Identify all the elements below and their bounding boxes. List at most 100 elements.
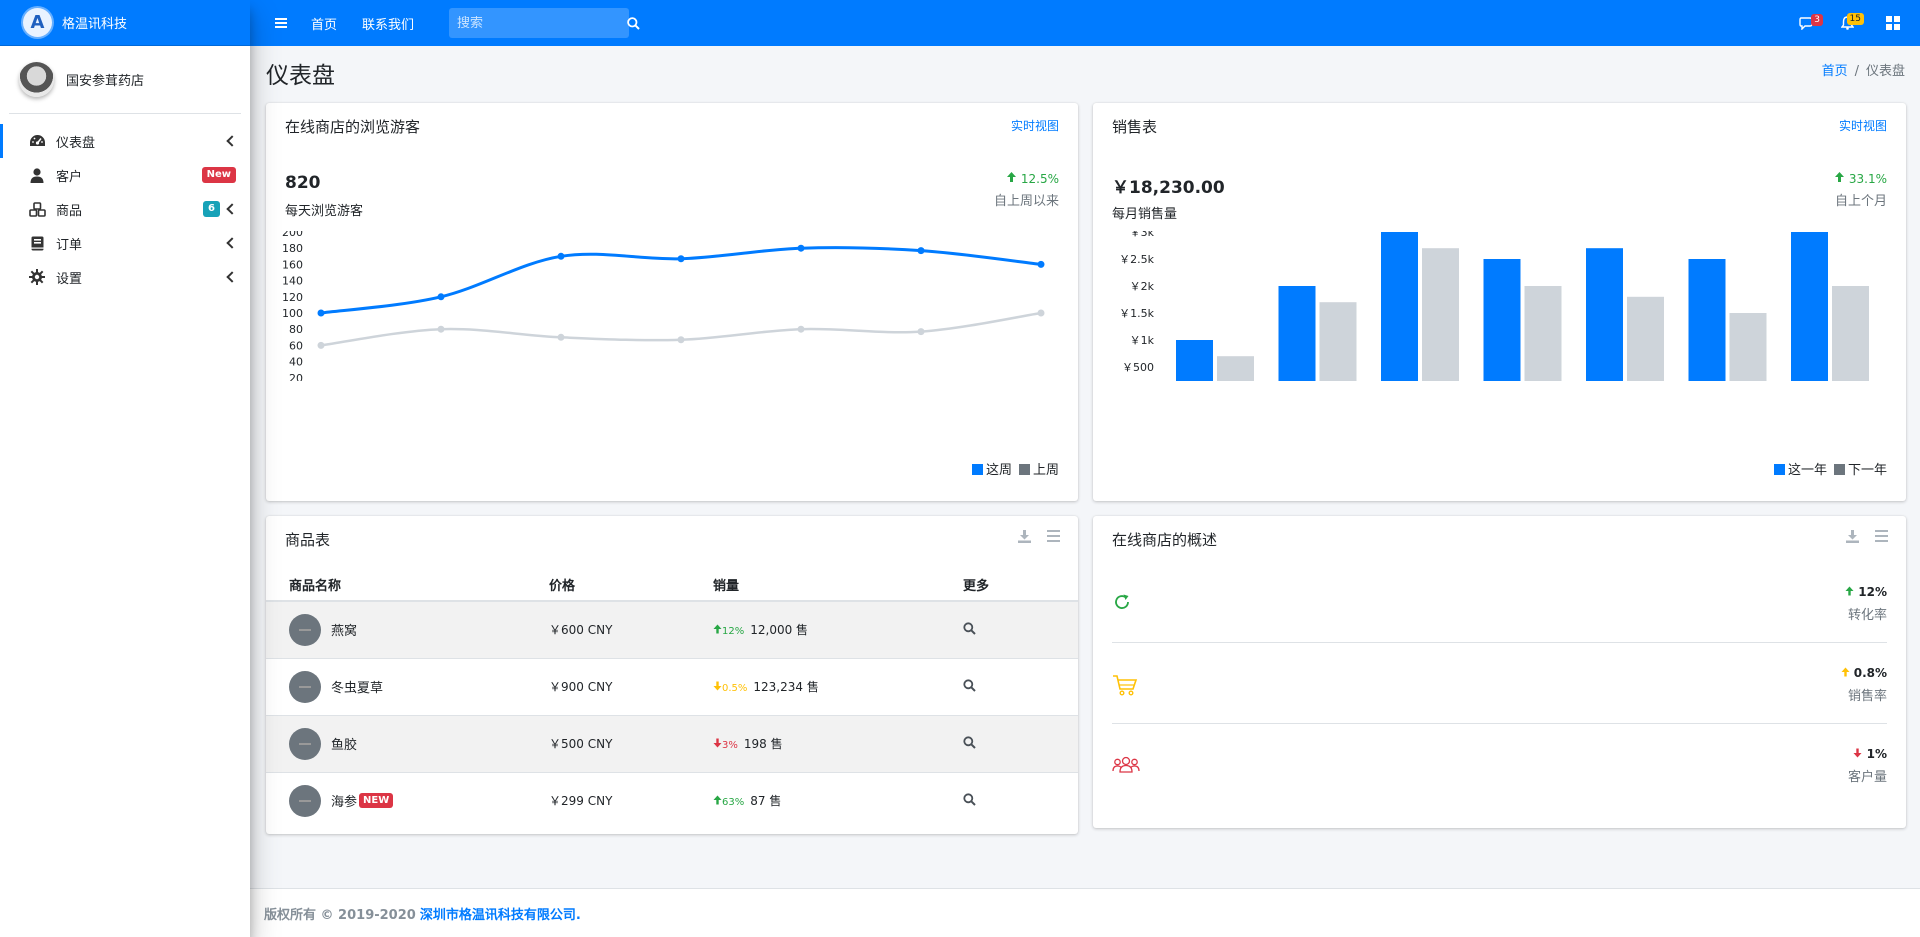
data-point <box>437 293 445 301</box>
visitors-change: 12.5% <box>1006 171 1059 186</box>
refresh-icon <box>1115 594 1129 609</box>
overview-value: 12% <box>1845 585 1887 599</box>
data-point <box>317 341 325 349</box>
sales-count: 123,234 售 <box>753 680 819 694</box>
product-image <box>289 727 321 760</box>
price-cell: ￥600 CNY <box>526 600 690 658</box>
brand-link[interactable]: A 格温讯科技 <box>0 0 250 46</box>
bar <box>1586 248 1623 381</box>
messages-badge: 3 <box>1811 13 1823 26</box>
sidebar-item-products[interactable]: 商品 6 <box>0 192 250 226</box>
top-navbar: 首页 联系我们 3 15 <box>250 0 1920 46</box>
y-tick-label: 80 <box>289 323 303 336</box>
product-name: 燕窝 <box>331 624 358 640</box>
notifications-button[interactable]: 15 <box>1841 13 1864 30</box>
product-image <box>289 670 321 703</box>
product-name: 冬虫夏草 <box>331 681 384 696</box>
sales-cell: 0.5% 123,234 售 <box>690 657 940 715</box>
data-point <box>917 247 925 255</box>
menu-icon[interactable] <box>1875 530 1888 542</box>
bar <box>1524 286 1562 381</box>
table-row: 冬虫夏草 ￥900 CNY 0.5% 123,234 售 <box>266 657 1078 715</box>
y-tick-label: 40 <box>289 356 303 369</box>
shopping-cart-icon <box>1113 675 1138 696</box>
sales-legend: 这一年 下一年 <box>1773 459 1887 478</box>
count-badge: 6 <box>203 201 220 217</box>
user-panel[interactable]: 国安参茸药店 <box>9 46 241 114</box>
bar <box>1319 302 1357 381</box>
arrow-down-icon <box>1853 748 1862 758</box>
search-button[interactable] <box>627 16 640 30</box>
price-cell: ￥900 CNY <box>526 657 690 715</box>
footer: 版权所有 © 2019-2020 深圳市格温讯科技有限公司. <box>250 888 1920 937</box>
sidebar-item-customers[interactable]: 客户 New <box>0 158 250 192</box>
search-icon[interactable] <box>963 793 976 806</box>
more-cell <box>940 771 1078 829</box>
legend-item-this-year: 这一年 <box>1773 459 1827 478</box>
footer-company-link[interactable]: 深圳市格温讯科技有限公司. <box>420 904 581 923</box>
sales-change: 12% <box>713 624 744 637</box>
search-icon[interactable] <box>963 622 976 635</box>
user-name[interactable]: 国安参茸药店 <box>66 70 144 89</box>
chevron-left-icon <box>226 135 238 147</box>
column-header: 销量 <box>690 568 940 602</box>
price-cell: ￥500 CNY <box>526 714 690 772</box>
sidebar-item-dashboard[interactable]: 仪表盘 <box>0 124 250 158</box>
page-title: 仪表盘 <box>266 63 335 89</box>
sales-change-label: 自上个月 <box>1834 194 1887 209</box>
product-name: 海参 <box>331 795 358 811</box>
sales-realtime-link[interactable]: 实时视图 <box>1839 117 1887 134</box>
more-cell <box>940 600 1078 658</box>
search-box <box>449 8 640 38</box>
search-input[interactable] <box>449 15 628 31</box>
table-row: 鱼胶 ￥500 CNY 3% 198 售 <box>266 714 1078 772</box>
sidebar-item-settings[interactable]: 设置 <box>0 260 250 294</box>
search-icon <box>627 16 640 30</box>
data-point <box>1037 260 1045 268</box>
sales-change: 63% <box>713 795 744 808</box>
messages-button[interactable]: 3 <box>1799 13 1823 30</box>
users-icon <box>1112 756 1140 773</box>
overview-value: 1% <box>1853 747 1887 761</box>
sidebar-item-label: 客户 <box>56 169 83 185</box>
visitors-line-chart: 02040608010012014016018020018th20th22nd2… <box>282 231 1045 381</box>
download-icon[interactable] <box>1018 530 1031 543</box>
bar <box>1688 259 1726 381</box>
y-tick-label: 100 <box>282 307 303 320</box>
bar <box>1483 259 1521 381</box>
overview-label: 客户量 <box>1847 770 1887 785</box>
column-header: 更多 <box>940 568 1078 602</box>
sales-value-label: 每月销售量 <box>1112 207 1178 222</box>
y-tick-label: ￥3k <box>1130 231 1155 239</box>
sales-cell: 63% 87 售 <box>690 771 940 829</box>
search-icon[interactable] <box>963 678 976 692</box>
arrow-up-icon <box>1845 586 1854 596</box>
y-tick-label: ￥500 <box>1122 361 1154 374</box>
column-header: 商品名称 <box>266 568 526 602</box>
sidebar-nav: 仪表盘 客户 New 商品 6 订单 设置 <box>0 124 250 294</box>
overview-row-customers: 1% 客户量 <box>1112 724 1887 805</box>
bar <box>1422 248 1459 381</box>
legend-item-this-week: 这周 <box>971 459 1012 478</box>
breadcrumb-current: 仪表盘 <box>1865 64 1905 79</box>
menu-toggle-icon[interactable] <box>275 18 287 28</box>
download-icon[interactable] <box>1846 530 1859 543</box>
sidebar-item-orders[interactable]: 订单 <box>0 226 250 260</box>
search-icon[interactable] <box>963 735 976 749</box>
nav-link-contact[interactable]: 联系我们 <box>362 14 414 33</box>
user-icon <box>28 167 46 183</box>
grid-icon <box>1886 16 1900 30</box>
menu-icon[interactable] <box>1047 530 1060 542</box>
arrow-down-icon <box>713 681 722 691</box>
y-tick-label: ￥2k <box>1130 280 1155 293</box>
bar <box>1278 286 1316 381</box>
product-name: 鱼胶 <box>331 738 358 753</box>
visitors-card-title: 在线商店的浏览游客 <box>285 118 421 136</box>
new-badge: NEW <box>359 793 394 809</box>
visitors-realtime-link[interactable]: 实时视图 <box>1011 117 1059 134</box>
data-point <box>557 333 565 341</box>
apps-button[interactable] <box>1886 16 1900 30</box>
nav-link-home[interactable]: 首页 <box>311 14 337 33</box>
breadcrumb-home-link[interactable]: 首页 <box>1822 64 1848 79</box>
data-point <box>677 336 685 344</box>
